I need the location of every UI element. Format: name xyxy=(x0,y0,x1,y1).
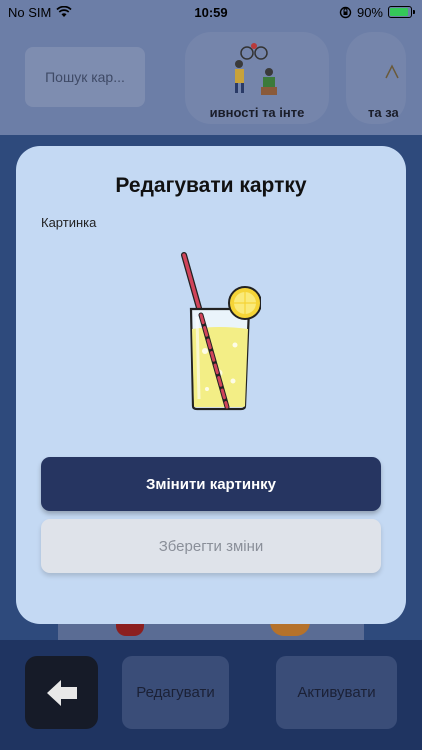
save-changes-label: Зберегти зміни xyxy=(158,537,264,555)
lemonade-glass-icon[interactable] xyxy=(161,249,261,419)
search-placeholder: Пошук кар... xyxy=(45,69,125,85)
carrier-label: No SIM xyxy=(8,4,52,20)
activate-button[interactable]: Активувати xyxy=(276,656,397,729)
edit-button-label: Редагувати xyxy=(136,684,215,701)
battery-level xyxy=(390,8,408,16)
category-card[interactable]: та за xyxy=(346,32,406,124)
change-image-button[interactable]: Змінити картинку xyxy=(41,457,381,511)
status-bar: No SIM 10:59 90% xyxy=(0,0,422,24)
category-icon xyxy=(385,64,399,79)
search-input[interactable]: Пошук кар... xyxy=(25,47,145,107)
category-label: ивності та інте xyxy=(209,105,305,120)
category-label: та за xyxy=(368,105,399,120)
back-button[interactable] xyxy=(25,656,98,729)
people-activities-icon xyxy=(235,43,277,95)
wifi-icon xyxy=(56,6,72,17)
orientation-lock-icon xyxy=(339,6,352,18)
activate-button-label: Активувати xyxy=(297,684,376,701)
save-changes-button[interactable]: Зберегти зміни xyxy=(41,519,381,573)
change-image-label: Змінити картинку xyxy=(146,475,276,493)
battery-percent: 90% xyxy=(356,4,383,20)
category-card[interactable]: ивності та інте xyxy=(185,32,329,124)
edit-button[interactable]: Редагувати xyxy=(122,656,229,729)
modal-title: Редагувати картку xyxy=(115,174,307,197)
arrow-left-icon xyxy=(46,679,77,706)
card-image-peek xyxy=(116,622,144,636)
edit-card-modal: Редагувати картку Картинка Змінити карти… xyxy=(16,146,406,624)
battery-icon xyxy=(388,6,415,18)
image-label: Картинка xyxy=(41,215,97,230)
